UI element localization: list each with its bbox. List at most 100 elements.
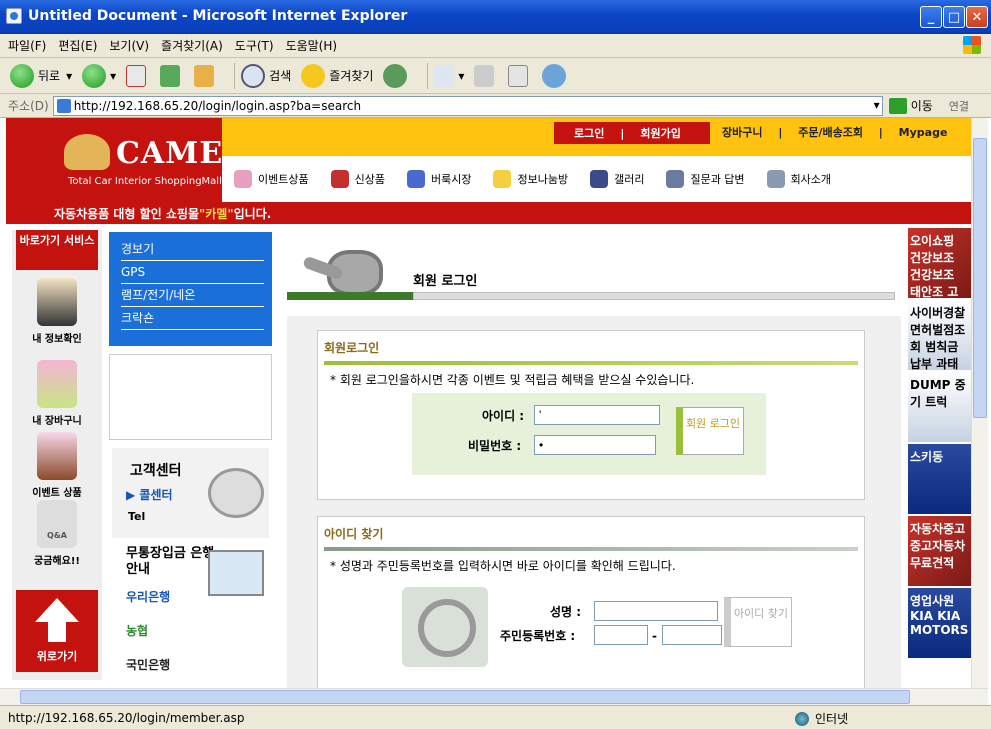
nav-label: 회사소개 xyxy=(790,173,832,186)
join-link[interactable]: 회원가입 xyxy=(640,125,680,141)
id-input[interactable] xyxy=(534,405,660,425)
favorites-button[interactable]: 즐겨찾기 xyxy=(301,63,373,88)
quick-cart[interactable]: 내 장바구니 xyxy=(16,360,98,427)
cart-link[interactable]: 장바구니 xyxy=(722,126,762,139)
quick-event[interactable]: 이벤트 상품 xyxy=(16,432,98,499)
horizontal-scrollbar[interactable] xyxy=(0,688,988,705)
login-panel: 회원로그인 * 회원 로그인을하시면 각종 이벤트 및 적립금 혜택을 받으실 … xyxy=(287,316,901,688)
home-icon xyxy=(194,64,215,87)
nav-company[interactable]: 회사소개 xyxy=(766,170,832,188)
address-input[interactable]: http://192.168.65.20/login/login.asp?ba=… xyxy=(52,95,883,116)
scroll-thumb[interactable] xyxy=(20,690,910,704)
address-label: 주소(D) xyxy=(8,99,49,113)
to-top-button[interactable]: 위로가기 xyxy=(16,590,98,672)
menu-edit[interactable]: 편집(E) xyxy=(58,37,97,54)
history-button[interactable] xyxy=(383,63,411,88)
scroll-thumb[interactable] xyxy=(973,138,987,418)
menu-tools[interactable]: 도구(T) xyxy=(235,37,274,54)
search-label: 검색 xyxy=(269,69,292,83)
ssn-first-input[interactable] xyxy=(594,625,648,645)
login-form: 아이디 : 비밀번호 : 회원 로그인 xyxy=(412,393,766,475)
status-bar: http://192.168.65.20/login/member.asp 인터… xyxy=(0,705,991,729)
login-link[interactable]: 로그인 xyxy=(574,125,604,141)
edit-button[interactable] xyxy=(508,64,532,87)
category-menu: 경보기 GPS 램프/전기/네온 크락숀 xyxy=(109,232,272,346)
maximize-button[interactable]: □ xyxy=(943,6,965,28)
phone-icon xyxy=(666,170,685,188)
links-label[interactable]: 연결 xyxy=(949,98,969,114)
find-id-button[interactable]: 아이디 찾기 xyxy=(724,597,792,647)
menu-file[interactable]: 파일(F) xyxy=(8,37,46,54)
address-bar: 주소(D) http://192.168.65.20/login/login.a… xyxy=(0,94,991,118)
globe-icon xyxy=(795,711,809,726)
ssn-second-input[interactable] xyxy=(662,625,722,645)
nav-gallery[interactable]: 갤러리 xyxy=(590,170,644,188)
nav-label: 질문과 답변 xyxy=(690,173,745,186)
mail-button[interactable]: ▾ xyxy=(434,64,464,87)
chevron-down-icon[interactable]: ▾ xyxy=(874,98,880,112)
nav-new[interactable]: 신상품 xyxy=(330,170,385,188)
to-top-label: 위로가기 xyxy=(36,650,78,663)
stop-icon xyxy=(126,64,147,87)
nav-market[interactable]: 버룩시장 xyxy=(406,170,471,188)
gift-icon xyxy=(330,170,349,188)
right-ad[interactable]: 스키동 xyxy=(908,444,971,514)
go-button[interactable]: 이동 xyxy=(888,97,933,114)
close-button[interactable]: ✕ xyxy=(966,6,988,28)
find-id-desc: * 성명과 주민등록번호를 입력하시면 바로 아이디를 확인해 드립니다. xyxy=(330,559,676,573)
messenger-button[interactable] xyxy=(542,63,570,88)
menu-help[interactable]: 도움말(H) xyxy=(286,37,338,54)
site-logo[interactable]: CAMEL Total Car Interior ShoppingMall xyxy=(6,118,244,202)
search-button[interactable]: 검색 xyxy=(241,63,292,88)
window-title: Untitled Document - Microsoft Internet E… xyxy=(28,8,408,24)
minimize-button[interactable]: _ xyxy=(920,6,942,28)
home-button[interactable] xyxy=(194,64,218,87)
right-ad[interactable]: 사이버경찰 면허벌점조회 범칙금 납부 과태료 납부 조회서비스 xyxy=(908,300,971,370)
password-input[interactable] xyxy=(534,435,656,455)
menu-favorites[interactable]: 즐겨찾기(A) xyxy=(161,37,223,54)
login-button[interactable]: 회원 로그인 xyxy=(676,407,744,455)
category-item[interactable]: 크락숀 xyxy=(121,307,264,330)
orders-link[interactable]: 주문/배송조회 xyxy=(798,126,863,139)
back-label: 뒤로 xyxy=(38,69,61,83)
right-ad[interactable]: 자동차중고 중고자동차 무료견적 xyxy=(908,516,971,586)
stop-button[interactable] xyxy=(126,64,150,87)
nav-event[interactable]: 이벤트상품 xyxy=(234,170,309,188)
name-input[interactable] xyxy=(594,601,718,621)
forward-button[interactable]: ▾ xyxy=(82,63,116,88)
vertical-scrollbar[interactable] xyxy=(971,118,988,688)
nav-qna[interactable]: 질문과 답변 xyxy=(666,170,745,188)
go-arrow-icon xyxy=(888,97,907,114)
up-arrow-icon xyxy=(48,622,66,642)
quick-label: 내 장바구니 xyxy=(32,416,82,427)
pw-label: 비밀번호 : xyxy=(468,439,522,453)
logo-subtitle: Total Car Interior ShoppingMall xyxy=(68,176,222,187)
mypage-link[interactable]: Mypage xyxy=(899,126,948,139)
slogan-highlight: "카멜" xyxy=(199,206,234,221)
right-ad[interactable]: DUMP 중기 트럭 xyxy=(908,372,971,442)
ie-icon xyxy=(6,8,22,24)
quick-qa[interactable]: Q&A 궁금해요!! xyxy=(16,500,98,567)
couple-icon xyxy=(37,278,77,326)
login-box: 회원로그인 * 회원 로그인을하시면 각종 이벤트 및 적립금 혜택을 받으실 … xyxy=(317,330,865,500)
category-item[interactable]: 램프/전기/네온 xyxy=(121,284,264,307)
event-icon xyxy=(234,170,252,188)
customer-center[interactable]: 고객센터 ▶ 콜센터 Tel xyxy=(112,448,269,538)
category-item[interactable]: GPS xyxy=(121,261,264,284)
nav-label: 신상품 xyxy=(354,173,385,186)
quick-myinfo[interactable]: 내 정보확인 xyxy=(16,278,98,345)
back-button[interactable]: 뒤로 ▾ xyxy=(10,63,72,88)
bank-info: 무통장입금 은행안내 우리은행 농협 국민은행 xyxy=(112,542,269,688)
user-links: 장바구니 | 주문/배송조회 | Mypage xyxy=(722,126,948,139)
right-ad[interactable]: 오이쇼핑 건강보조 건강보조 태안조 고뉴 xyxy=(908,228,971,298)
nav-info[interactable]: 정보나눔방 xyxy=(493,170,568,188)
category-item[interactable]: 경보기 xyxy=(121,238,264,261)
print-button[interactable] xyxy=(474,64,498,87)
refresh-button[interactable] xyxy=(160,64,184,87)
telephone-icon xyxy=(208,468,264,518)
page-title: 회원 로그인 xyxy=(413,274,478,289)
bank-nh: 농협 xyxy=(126,624,149,638)
mail-icon xyxy=(434,64,455,87)
menu-view[interactable]: 보기(V) xyxy=(109,37,149,54)
right-ad[interactable]: 영업사원 KIA KIA MOTORS xyxy=(908,588,971,658)
